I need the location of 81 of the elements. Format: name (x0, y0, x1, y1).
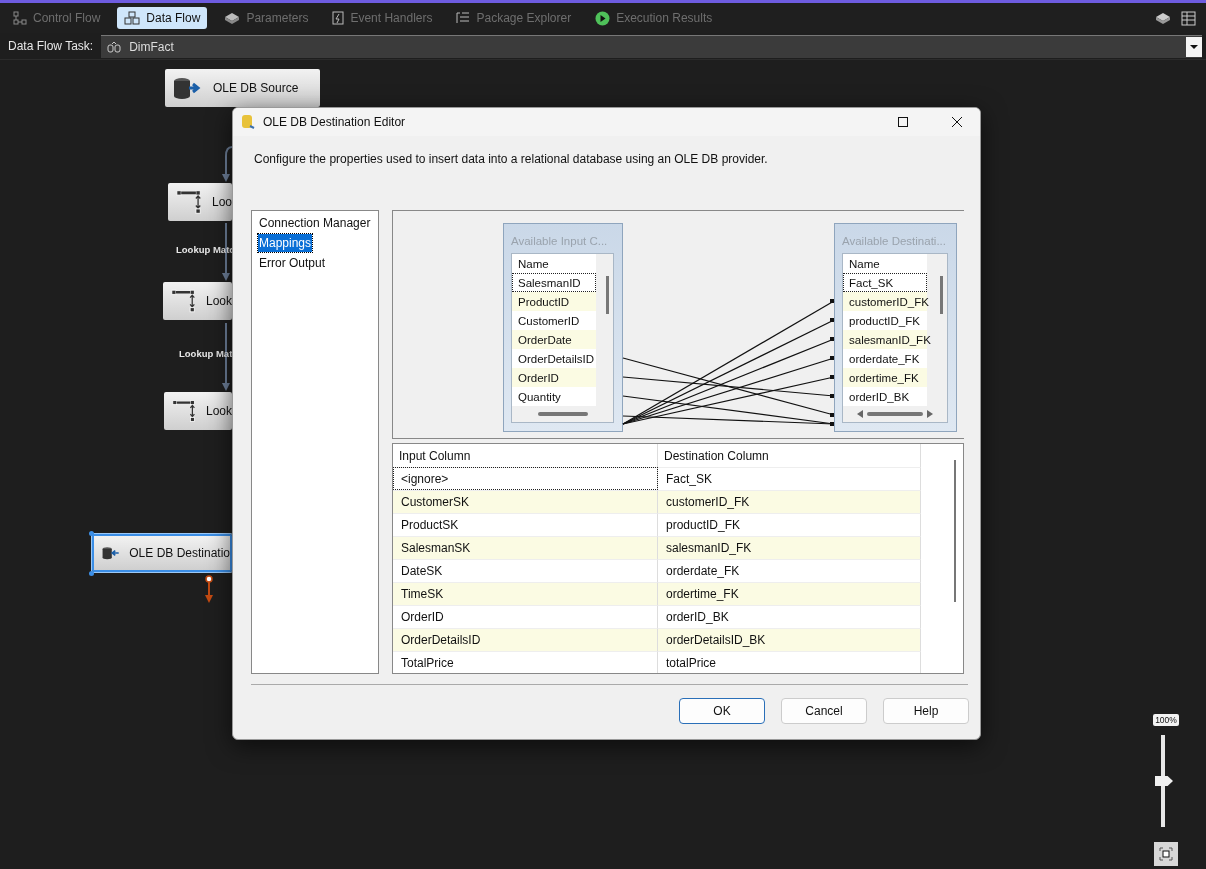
dialog-button[interactable]: OK (679, 698, 765, 724)
table-cell[interactable]: ordertime_FK (658, 582, 921, 605)
column-list-title: Available Input C... (511, 234, 609, 249)
table-cell[interactable]: Fact_SK (658, 467, 921, 490)
tree-list-icon (456, 11, 471, 25)
scrollbar-thumb[interactable] (867, 412, 923, 416)
column-item[interactable]: CustomerID (512, 311, 596, 330)
table-cell[interactable]: orderdate_FK (658, 559, 921, 582)
page-item[interactable]: Connection Manager (258, 214, 372, 232)
connector-arrow (220, 146, 232, 182)
flow-node[interactable]: OLE DB Source (165, 69, 320, 107)
table-cell[interactable]: totalPrice (658, 651, 921, 673)
page-item[interactable]: Error Output (258, 254, 327, 272)
table-cell[interactable]: <ignore> (393, 467, 658, 490)
dialog-button[interactable]: Help (883, 698, 969, 724)
column-item[interactable]: SalesmanID (512, 273, 596, 292)
column-item[interactable]: customerID_FK (843, 292, 927, 311)
scrollbar-thumb[interactable] (606, 276, 609, 314)
column-header: Name (843, 254, 927, 273)
column-item[interactable]: ordertime_FK (843, 368, 927, 387)
column-item[interactable]: orderID_BK (843, 387, 927, 406)
path-label: Lookup Mat (179, 348, 233, 359)
flow-node[interactable]: OLE DB Destinatio (92, 534, 232, 572)
caret-icon (1190, 44, 1198, 49)
column-item[interactable]: Fact_SK (843, 273, 927, 292)
boxes-icon (124, 11, 141, 25)
close-icon (952, 117, 962, 127)
flow-node[interactable]: Look (164, 392, 232, 430)
fit-icon (1159, 847, 1173, 861)
dialog-description: Configure the properties used to insert data into a relational database using an OLE DB provider. (254, 152, 769, 166)
table-cell[interactable]: TotalPrice (393, 651, 658, 673)
column-item[interactable]: OrderID (512, 368, 596, 387)
block-icon[interactable] (1155, 12, 1171, 24)
selection-handle[interactable] (89, 571, 94, 576)
table-cell[interactable]: orderID_BK (658, 605, 921, 628)
fit-button[interactable] (1154, 842, 1178, 866)
designer-tab[interactable]: Data Flow (117, 7, 208, 29)
zoom-thumb[interactable] (1155, 776, 1173, 786)
scrollbar-thumb[interactable] (954, 460, 956, 602)
table-cell[interactable]: OrderID (393, 605, 658, 628)
column-item[interactable]: productID_FK (843, 311, 927, 330)
left-arrow-icon[interactable] (857, 410, 863, 418)
column-item[interactable]: ProductID (512, 292, 596, 311)
selection-handle[interactable] (89, 531, 94, 536)
column-item[interactable]: Quantity (512, 387, 596, 406)
table-cell[interactable]: SalesmanSK (393, 536, 658, 559)
table-cell[interactable]: ProductSK (393, 513, 658, 536)
play-icon (595, 10, 611, 26)
column-item[interactable]: orderdate_FK (843, 349, 927, 368)
table-cell[interactable]: productID_FK (658, 513, 921, 536)
table-cell[interactable]: OrderDetailsID (393, 628, 658, 651)
flow-node[interactable]: Look (163, 282, 232, 320)
table-cell[interactable]: CustomerSK (393, 490, 658, 513)
database-icon (241, 114, 255, 130)
dialog-title: OLE DB Destination Editor (263, 115, 407, 129)
table-cell[interactable]: orderDetailsID_BK (658, 628, 921, 651)
zoom-reading: 100% (1153, 714, 1179, 726)
column-item[interactable]: OrderDate (512, 330, 596, 349)
scrollbar-thumb[interactable] (940, 276, 943, 314)
block-icon (224, 12, 241, 24)
maximize-icon (898, 117, 908, 127)
dialog-button[interactable]: Cancel (781, 698, 867, 724)
table-cell[interactable]: TimeSK (393, 582, 658, 605)
flow-diagram-icon (13, 11, 27, 25)
lightning-document-icon (332, 11, 345, 25)
page-item[interactable]: Mappings (258, 234, 313, 252)
task-label: Data Flow Task: (8, 39, 94, 53)
table-icon[interactable] (1181, 10, 1196, 26)
right-arrow-icon[interactable] (927, 410, 933, 418)
table-cell[interactable]: DateSK (393, 559, 658, 582)
task-dropdown[interactable]: DimFact (101, 34, 1202, 58)
database-arrow-icon (173, 76, 203, 100)
column-item[interactable]: OrderDetailsID (512, 349, 596, 368)
flow-node[interactable]: Loo (168, 183, 232, 221)
table-cell[interactable]: customerID_FK (658, 490, 921, 513)
column-list-title: Available Destinati... (842, 234, 947, 249)
column-header: Name (512, 254, 596, 273)
scrollbar-thumb[interactable] (537, 412, 588, 416)
boxes-icon (107, 40, 122, 53)
output-arrow-icon[interactable] (204, 575, 214, 605)
table-cell[interactable]: salesmanID_FK (658, 536, 921, 559)
